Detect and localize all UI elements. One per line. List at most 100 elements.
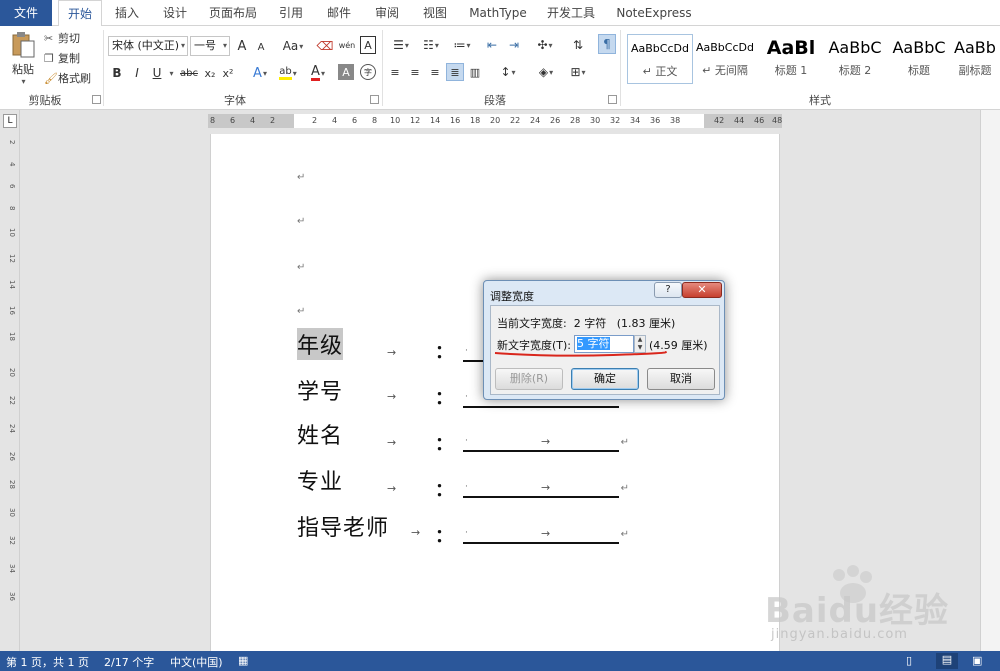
close-button[interactable]: ✕ (682, 282, 722, 298)
tab-insert[interactable]: 插入 (106, 0, 148, 26)
web-layout-icon[interactable]: ▣ (972, 654, 982, 667)
justify-icon[interactable]: ≣ (446, 63, 464, 81)
colon: ： (435, 388, 453, 409)
style-normal[interactable]: AaBbCcDd ↵ 正文 (627, 34, 693, 84)
copy-button[interactable]: ❐ 复制 (44, 50, 88, 66)
vertical-ruler: L 2 4 6 8 10 12 14 16 18 20 22 24 26 28 … (0, 110, 20, 651)
pinyin-guide-button[interactable]: wén (338, 34, 356, 56)
multilevel-list-icon[interactable]: ≔ ▾ (448, 36, 476, 54)
tab-view[interactable]: 视图 (414, 0, 456, 26)
chinese-layout-icon[interactable]: ✣ ▾ (532, 36, 558, 54)
decrease-indent-icon[interactable]: ⇤ (484, 36, 500, 54)
tab-mailings[interactable]: 邮件 (318, 0, 360, 26)
tab-layout[interactable]: 页面布局 (204, 0, 262, 26)
tab-references[interactable]: 引用 (270, 0, 312, 26)
paste-icon[interactable] (8, 30, 38, 60)
colon: ： (435, 526, 453, 547)
clear-format-icon[interactable]: ⌫ (316, 36, 334, 56)
spin-up-icon[interactable]: ▲ (635, 336, 645, 344)
grow-font-button[interactable]: A (234, 36, 250, 56)
tab-noteexpress[interactable]: NoteExpress (610, 0, 698, 26)
font-launcher-icon[interactable] (370, 95, 379, 104)
group-divider (103, 30, 104, 106)
style-heading-2[interactable]: AaBbC 标题 2 (822, 34, 888, 84)
label-student-id[interactable]: 学号 (297, 374, 343, 406)
style-heading-1[interactable]: AaBl 标题 1 (758, 34, 824, 84)
style-title[interactable]: AaBbC 标题 (886, 34, 952, 84)
language-indicator[interactable]: 中文(中国) (170, 654, 223, 670)
char-border-button[interactable]: A (360, 36, 376, 54)
underline-field-major[interactable]: · → ↵ (463, 480, 629, 498)
format-painter-button[interactable]: 🖌 格式刷 (44, 70, 96, 86)
bold-button[interactable]: B (110, 64, 124, 82)
font-name-combo[interactable]: 宋体 (中文正) ▾ (108, 36, 188, 56)
label-major[interactable]: 专业 (297, 464, 343, 496)
shading-bucket-icon[interactable]: ◈ ▾ (532, 64, 560, 80)
delete-button[interactable]: 删除(R) (495, 368, 563, 390)
style-subtitle[interactable]: AaBb 副标题 (950, 34, 1000, 84)
macro-record-icon[interactable]: ▦ (238, 654, 248, 667)
right-task-pane[interactable] (980, 110, 1000, 651)
underline-dropdown[interactable]: ▾ (166, 64, 176, 82)
underline-button[interactable]: U (150, 64, 164, 82)
superscript-button[interactable]: x² (220, 64, 236, 82)
paste-button[interactable]: 粘贴 (6, 62, 40, 76)
tab-home[interactable]: 开始 (58, 0, 102, 27)
read-mode-icon[interactable]: ▯ (906, 654, 912, 667)
align-right-icon[interactable]: ≡ (428, 64, 442, 80)
style-no-spacing[interactable]: AaBbCcDd ↵ 无间隔 (692, 34, 758, 84)
line-spacing-icon[interactable]: ↕ ▾ (496, 64, 520, 80)
paste-dropdown[interactable]: ▾ (16, 76, 30, 86)
tab-arrow-mark: → (411, 526, 421, 539)
help-button[interactable]: ? (654, 282, 682, 298)
numbering-icon[interactable]: ☷ ▾ (418, 36, 444, 54)
label-name[interactable]: 姓名 (297, 418, 343, 450)
cut-button[interactable]: ✂ 剪切 (44, 30, 88, 46)
text-effects-button[interactable]: A ▾ (248, 64, 272, 82)
tab-developer[interactable]: 开发工具 (540, 0, 602, 26)
paragraph-mark: ↵ (297, 216, 306, 227)
show-marks-icon[interactable]: ¶ (598, 34, 616, 54)
current-width-row: 当前文字宽度: 2 字符 (1.83 厘米) (497, 317, 676, 330)
align-left-icon[interactable]: ≡ (388, 64, 402, 80)
tab-file[interactable]: 文件 (0, 0, 52, 26)
bullets-icon[interactable]: ☰ ▾ (388, 36, 414, 54)
borders-icon[interactable]: ⊞ ▾ (564, 64, 592, 80)
sort-icon[interactable]: ⇅ (570, 36, 586, 54)
tab-selector[interactable]: L (3, 114, 17, 128)
label-grade[interactable]: 年级 (297, 328, 344, 360)
tab-arrow-mark: → (387, 346, 397, 359)
tab-design[interactable]: 设计 (154, 0, 196, 26)
ok-button[interactable]: 确定 (571, 368, 639, 390)
shrink-font-button[interactable]: A (254, 38, 268, 56)
clipboard-launcher-icon[interactable] (92, 95, 101, 104)
font-size-combo[interactable]: 一号 ▾ (190, 36, 230, 56)
underline-field-advisor[interactable]: · → ↵ (463, 526, 629, 544)
watermark-url: jingyan.baidu.com (771, 627, 908, 642)
print-layout-icon[interactable]: ▤ (936, 653, 958, 669)
tab-arrow-mark: → (387, 390, 397, 403)
label-advisor[interactable]: 指导老师 (297, 510, 389, 542)
tab-mathtype[interactable]: MathType (464, 0, 532, 26)
enclose-char-button[interactable]: 字 (360, 64, 376, 80)
italic-button[interactable]: I (130, 64, 144, 82)
tab-review[interactable]: 审阅 (366, 0, 408, 26)
underline-field-name[interactable]: · → ↵ (463, 434, 629, 452)
cancel-button[interactable]: 取消 (647, 368, 715, 390)
strikethrough-button[interactable]: abc (178, 64, 200, 82)
paragraph-launcher-icon[interactable] (608, 95, 617, 104)
change-case-button[interactable]: Aa ▾ (280, 36, 306, 56)
group-divider (382, 30, 383, 106)
char-shading-button[interactable]: A (338, 64, 354, 80)
distribute-icon[interactable]: ▥ (466, 63, 484, 81)
highlight-button[interactable]: ab ▾ (276, 64, 300, 82)
styles-group-label: 样式 (809, 94, 831, 107)
word-count[interactable]: 2/17 个字 (104, 654, 154, 670)
font-color-button[interactable]: A ▾ (306, 64, 330, 82)
page-count[interactable]: 第 1 页，共 1 页 (6, 654, 89, 670)
tab-arrow-mark: → (387, 482, 397, 495)
align-center-icon[interactable]: ≡ (408, 64, 422, 80)
subscript-button[interactable]: x₂ (202, 64, 218, 82)
increase-indent-icon[interactable]: ⇥ (506, 36, 522, 54)
group-divider (620, 30, 621, 106)
